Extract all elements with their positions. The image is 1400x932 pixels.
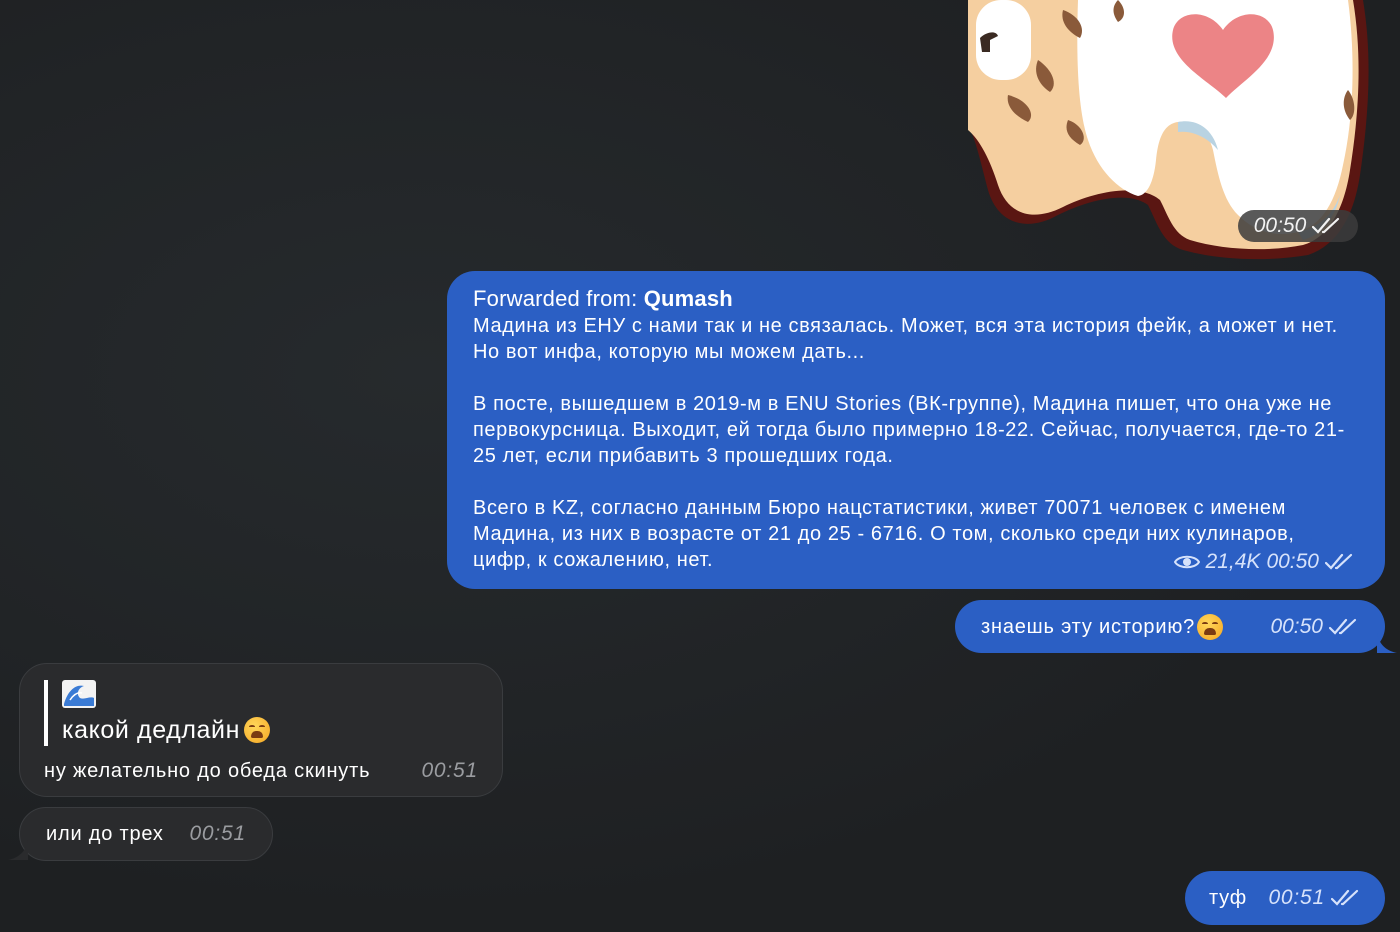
bubble-tail bbox=[1377, 633, 1397, 653]
message-text: или до трех bbox=[46, 823, 164, 845]
reply-line: ну желательно до обеда скинуть 00:51 bbox=[44, 758, 478, 784]
message-meta: 00:51 bbox=[189, 821, 246, 847]
forwarded-body: Мадина из ЕНУ с нами так и не связалась.… bbox=[473, 313, 1359, 573]
reply-quote[interactable]: какой дедлайн bbox=[44, 680, 478, 746]
forwarded-paragraph: Мадина из ЕНУ с нами так и не связалась.… bbox=[473, 315, 1338, 363]
double-check-icon bbox=[1329, 618, 1359, 636]
message-meta: 00:50 bbox=[1270, 614, 1359, 640]
forwarded-label: Forwarded from: bbox=[473, 286, 638, 311]
reply-quote-text-wrap: какой дедлайн bbox=[62, 714, 271, 746]
forwarded-paragraph: В посте, вышедшем в 2019-м в ENU Stories… bbox=[473, 393, 1345, 467]
message-time: 00:51 bbox=[1268, 886, 1325, 909]
views-count: 21,4K bbox=[1205, 550, 1261, 573]
message-meta: 00:51 bbox=[1268, 885, 1361, 911]
message-text: туф bbox=[1209, 887, 1248, 909]
views-eye-icon bbox=[1173, 553, 1200, 571]
forwarded-meta: 21,4K 00:50 bbox=[1173, 549, 1355, 575]
double-check-icon bbox=[1331, 889, 1361, 907]
sticker-time-pill: 00:50 bbox=[1238, 210, 1358, 242]
forwarded-header: Forwarded from: Qumash bbox=[473, 285, 1359, 313]
reply-quote-text: какой дедлайн bbox=[62, 716, 241, 744]
outgoing-message[interactable]: туф 00:51 bbox=[1185, 871, 1385, 925]
forwarded-time: 00:50 bbox=[1266, 550, 1319, 573]
message-text: ну желательно до обеда скинуть bbox=[44, 760, 371, 782]
message-time: 00:51 bbox=[421, 759, 478, 782]
yawning-face-icon bbox=[1197, 613, 1224, 640]
message-time: 00:50 bbox=[1270, 614, 1323, 638]
message-meta: 00:51 bbox=[421, 758, 478, 784]
message-time: 00:51 bbox=[189, 822, 246, 845]
wave-icon bbox=[62, 680, 478, 714]
bubble-tail bbox=[8, 840, 28, 860]
double-check-icon bbox=[1325, 553, 1355, 571]
incoming-reply-message[interactable]: какой дедлайн ну желательно до обеда ски… bbox=[19, 663, 503, 797]
forwarded-message[interactable]: Forwarded from: Qumash Мадина из ЕНУ с н… bbox=[447, 271, 1385, 589]
message-text-wrap: знаешь эту историю? bbox=[981, 613, 1224, 640]
incoming-message[interactable]: или до трех 00:51 bbox=[8, 807, 273, 861]
weary-face-icon bbox=[244, 717, 271, 743]
message-text: знаешь эту историю? bbox=[981, 615, 1196, 638]
chat-area[interactable]: 00:50 Forwarded from: Qumash Мадина из Е… bbox=[0, 0, 1400, 932]
forwarded-source-link[interactable]: Qumash bbox=[644, 286, 733, 311]
double-check-icon bbox=[1312, 217, 1342, 235]
outgoing-message-question[interactable]: знаешь эту историю? 00:50 bbox=[955, 600, 1397, 653]
sticker-time: 00:50 bbox=[1253, 214, 1307, 237]
